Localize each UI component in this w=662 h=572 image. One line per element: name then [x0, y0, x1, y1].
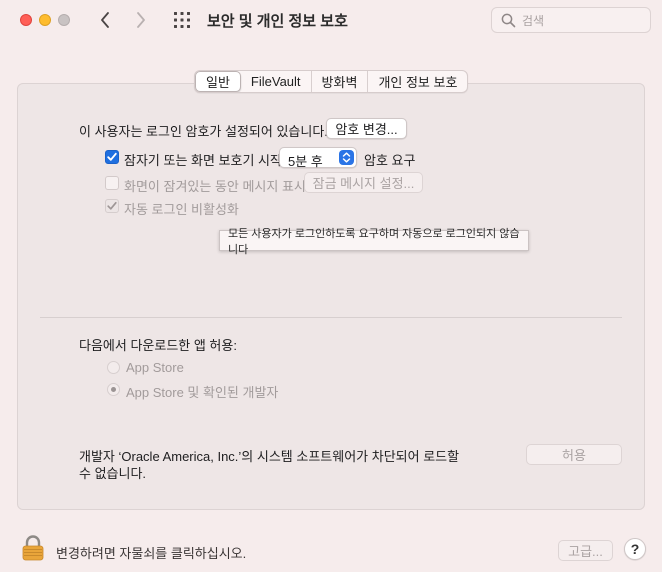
window-title: 보안 및 개인 정보 보호	[207, 13, 348, 30]
disable-autologin-label: 자동 로그인 비활성화	[124, 202, 239, 217]
updown-chevron-icon	[339, 150, 354, 165]
set-lock-message-button[interactable]: 잠금 메시지 설정...	[304, 172, 423, 193]
allow-button[interactable]: 허용	[526, 444, 622, 465]
checkmark-icon	[107, 201, 117, 210]
radio-app-store-identified[interactable]	[107, 383, 120, 396]
radio-app-store[interactable]	[107, 361, 120, 374]
blocked-software-text-line2: 수 없습니다.	[79, 466, 147, 481]
require-password-checkbox[interactable]	[105, 150, 119, 164]
minimize-window-button[interactable]	[39, 14, 51, 26]
lock-icon[interactable]	[22, 535, 44, 561]
close-window-button[interactable]	[20, 14, 32, 26]
password-status-text: 이 사용자는 로그인 암호가 설정되어 있습니다.	[79, 124, 328, 139]
show-message-checkbox[interactable]	[105, 176, 119, 190]
require-password-suffix: 암호 요구	[364, 153, 416, 168]
show-message-label: 화면이 잠겨있는 동안 메시지 표시	[124, 179, 306, 194]
zoom-window-button[interactable]	[58, 14, 70, 26]
change-password-button[interactable]: 암호 변경...	[326, 118, 407, 139]
allow-apps-heading: 다음에서 다운로드한 앱 허용:	[79, 338, 237, 353]
chevron-left-icon	[101, 12, 109, 28]
tab-firewall[interactable]: 방화벽	[312, 71, 369, 92]
search-field[interactable]	[491, 7, 651, 33]
password-delay-value: 5분 후	[288, 154, 323, 169]
lock-hint-text: 변경하려면 자물쇠를 클릭하십시오.	[56, 546, 247, 561]
tab-bar: 일반 FileVault 방화벽 개인 정보 보호	[194, 70, 469, 93]
radio-app-store-label: App Store	[126, 360, 184, 375]
show-all-grid-icon[interactable]	[173, 11, 191, 29]
title-bar: 보안 및 개인 정보 보호	[0, 0, 662, 40]
chevron-right-icon	[137, 12, 145, 28]
radio-app-store-identified-label: App Store 및 확인된 개발자	[126, 385, 279, 400]
tab-general[interactable]: 일반	[195, 71, 241, 92]
tab-privacy[interactable]: 개인 정보 보호	[368, 71, 467, 92]
require-password-label: 잠자기 또는 화면 보호기 시작	[124, 153, 282, 168]
section-divider	[40, 317, 622, 318]
checkmark-icon	[107, 152, 117, 161]
advanced-button[interactable]: 고급...	[558, 540, 613, 561]
search-input[interactable]	[522, 12, 642, 29]
disable-autologin-checkbox[interactable]	[105, 199, 119, 213]
preferences-window: 보안 및 개인 정보 보호 일반 FileVault 방화벽 개인 정보 보호 …	[0, 0, 662, 572]
back-button[interactable]	[95, 10, 115, 30]
tab-filevault[interactable]: FileVault	[241, 71, 312, 92]
autologin-tooltip: 모든 사용자가 로그인하도록 요구하며 자동으로 로그인되지 않습니다	[219, 228, 529, 256]
magnifier-icon	[501, 13, 516, 28]
password-delay-select[interactable]: 5분 후	[279, 147, 357, 169]
forward-button[interactable]	[131, 10, 151, 30]
help-button[interactable]: ?	[624, 538, 646, 560]
